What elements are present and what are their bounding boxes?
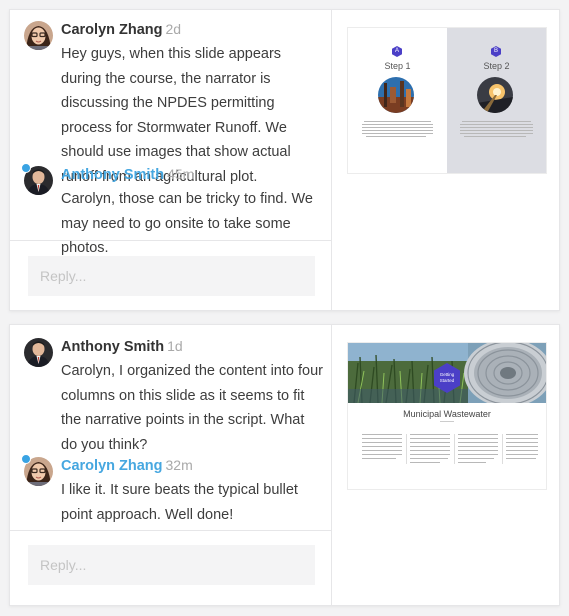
slide-text-line [366, 136, 426, 137]
slide-text-line [362, 450, 402, 451]
slide-text-line [410, 462, 440, 463]
slide-text-line [458, 454, 498, 455]
comment-meta: Anthony Smith 1d [61, 338, 183, 355]
slide-text-line [410, 458, 448, 459]
slide-text-line [364, 121, 431, 122]
comment-author[interactable]: Carolyn Zhang [61, 458, 163, 474]
avatar-anthony-icon [24, 338, 53, 367]
avatar-carolyn-icon [24, 21, 53, 50]
slide-preview-pane: Getting Started Municipal Wastewater [332, 325, 559, 605]
slide-text-line [410, 442, 450, 443]
slide-text-line [506, 434, 538, 435]
column-divider [406, 434, 407, 464]
slide-text-line [506, 454, 538, 455]
comment-meta: Anthony Smith 45m [61, 166, 194, 183]
slide-text-line [458, 442, 498, 443]
slide-text-line [362, 458, 396, 459]
slide-text-line [506, 450, 538, 451]
slide-preview-pane: A Step 1 B Step 2 [332, 10, 559, 310]
comment-text: Carolyn, those can be tricky to find. We… [61, 191, 313, 256]
avatar[interactable] [21, 163, 53, 195]
slide-text-line [362, 133, 433, 134]
slide-text-line [362, 127, 433, 128]
column-divider [454, 434, 455, 464]
comment-author[interactable]: Carolyn Zhang [61, 22, 163, 38]
slide-text-line [362, 438, 402, 439]
slide-text-line [362, 442, 402, 443]
comment-meta: Carolyn Zhang 2d [61, 21, 181, 38]
comments-pane: Anthony Smith 1d Carolyn, I organized the… [10, 325, 331, 605]
comment-author[interactable]: Anthony Smith [61, 167, 164, 183]
slide-text-line [458, 446, 498, 447]
step1-badge: A [392, 46, 402, 57]
slide-thumbnail[interactable]: A Step 1 B Step 2 [347, 27, 547, 174]
comment-time: 2d [165, 21, 182, 37]
slide-text-line [410, 454, 450, 455]
slide-thumbnail[interactable]: Getting Started Municipal Wastewater [347, 342, 547, 490]
column-divider [502, 434, 503, 464]
slide-text-line [362, 130, 433, 131]
slide-text-line [464, 136, 526, 137]
unread-dot-icon [21, 163, 31, 173]
comment-time: 32m [165, 457, 193, 473]
comment-time: 1d [167, 338, 183, 354]
slide-text-line [506, 442, 538, 443]
slide-text-line [460, 130, 533, 131]
slide-text-line [506, 438, 538, 439]
slide-text-line [458, 462, 486, 463]
slide-text-line [462, 121, 531, 122]
slide-text-line [506, 458, 536, 459]
slide-title: Municipal Wastewater [403, 409, 491, 419]
comment-meta: Carolyn Zhang 32m [61, 457, 193, 474]
slide-text-line [362, 124, 433, 125]
slide-text-line [460, 133, 533, 134]
avatar[interactable] [24, 338, 53, 367]
slide-text-line [410, 446, 450, 447]
slide-text-line [458, 438, 498, 439]
comment-thread-2: Anthony Smith 1d Carolyn, I organized the… [9, 324, 560, 606]
divider [10, 530, 331, 531]
reply-input[interactable] [28, 256, 315, 296]
slide-text-line [458, 434, 498, 435]
comment-text: Carolyn, I organized the content into fo… [61, 363, 323, 453]
slide-text-line [410, 450, 450, 451]
step1-photo [378, 77, 414, 113]
slide-text-line [362, 454, 402, 455]
divider [10, 240, 331, 241]
comment-text: I like it. It sure beats the typical bul… [61, 482, 298, 523]
title-underline [440, 421, 454, 422]
slide-text-line [458, 458, 494, 459]
reply-input[interactable] [28, 545, 315, 585]
comment-time: 45m [167, 166, 195, 182]
unread-dot-icon [21, 454, 31, 464]
step2-label: Step 2 [483, 61, 510, 71]
slide-text-line [410, 434, 450, 435]
avatar[interactable] [24, 21, 53, 50]
avatar[interactable] [21, 454, 53, 486]
comment-thread-1: Carolyn Zhang 2d Hey guys, when this slid… [9, 9, 560, 311]
comments-pane: Carolyn Zhang 2d Hey guys, when this slid… [10, 10, 331, 310]
slide-text-line [460, 127, 533, 128]
slide-text-line [458, 450, 498, 451]
slide-text-line [506, 446, 538, 447]
slide-text-line [362, 446, 402, 447]
slide-text-line [460, 124, 533, 125]
slide-text-line [362, 434, 402, 435]
step2-photo [477, 77, 513, 113]
comment-author[interactable]: Anthony Smith [61, 339, 164, 355]
step1-label: Step 1 [384, 61, 411, 71]
slide-text-line [410, 438, 450, 439]
